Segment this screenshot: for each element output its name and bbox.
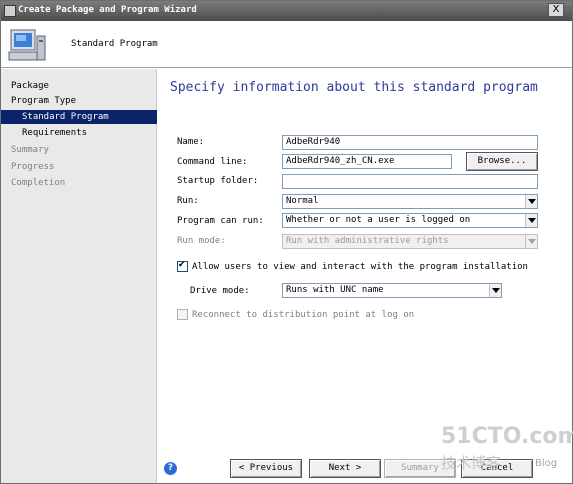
computer-icon [8,29,46,61]
sidebar-item-standard-program[interactable]: Standard Program [1,110,157,124]
close-button[interactable]: X [548,3,564,17]
reconnect-checkbox [177,309,188,320]
wizard-window: Create Package and Program Wizard X Stan… [0,0,573,484]
browse-button[interactable]: Browse... [466,152,538,171]
run-mode-value: Run with administrative rights [286,236,449,246]
run-label: Run: [177,196,199,206]
next-button[interactable]: Next > [309,459,381,478]
sidebar-item-requirements[interactable]: Requirements [1,126,157,140]
previous-button[interactable]: < Previous [230,459,302,478]
dropdown-arrow-icon[interactable] [489,284,501,297]
program-can-run-label: Program can run: [177,216,264,226]
startup-folder-field[interactable] [282,174,538,189]
reconnect-label: Reconnect to distribution point at log o… [192,310,415,320]
watermark: 51CTO.com 技术博客 Blog [441,424,573,480]
startup-folder-label: Startup folder: [177,176,259,186]
help-icon[interactable]: ? [164,462,177,475]
program-can-run-value: Whether or not a user is logged on [286,215,471,225]
name-label: Name: [177,137,205,147]
dropdown-arrow-icon [525,235,537,248]
command-line-field[interactable]: AdbeRdr940_zh_CN.exe [282,154,452,169]
name-field[interactable]: AdbeRdr940 [282,135,538,150]
drive-mode-select[interactable]: Runs with UNC name [282,283,502,298]
wizard-sidebar: Package Program Type Standard Program Re… [1,69,157,483]
sidebar-item-package[interactable]: Package [1,79,157,93]
sidebar-item-summary[interactable]: Summary [1,143,157,157]
watermark-site: 51CTO.com [441,424,573,449]
watermark-chinese: 技术博客 [441,454,502,472]
page-title: Specify information about this standard … [170,80,538,95]
dropdown-arrow-icon[interactable] [525,214,537,227]
wizard-header: Standard Program [1,21,572,68]
program-can-run-select[interactable]: Whether or not a user is logged on [282,213,538,228]
allow-interact-checkbox[interactable] [177,260,188,272]
sidebar-item-program-type[interactable]: Program Type [1,94,157,108]
drive-mode-value: Runs with UNC name [286,285,384,295]
wizard-content: Specify information about this standard … [158,69,572,451]
header-heading: Standard Program [71,39,158,49]
window-title: Create Package and Program Wizard [18,5,197,15]
title-bar: Create Package and Program Wizard X [1,1,572,21]
sidebar-item-completion[interactable]: Completion [1,176,157,190]
app-icon [4,5,16,17]
run-mode-label: Run mode: [177,236,226,246]
dropdown-arrow-icon[interactable] [525,195,537,208]
run-mode-select: Run with administrative rights [282,234,538,249]
run-select[interactable]: Normal [282,194,538,209]
command-line-label: Command line: [177,157,248,167]
sidebar-item-progress[interactable]: Progress [1,160,157,174]
drive-mode-label: Drive mode: [190,286,250,296]
run-select-value: Normal [286,196,319,206]
watermark-blog: Blog [535,458,558,469]
allow-interact-label: Allow users to view and interact with th… [192,262,528,272]
